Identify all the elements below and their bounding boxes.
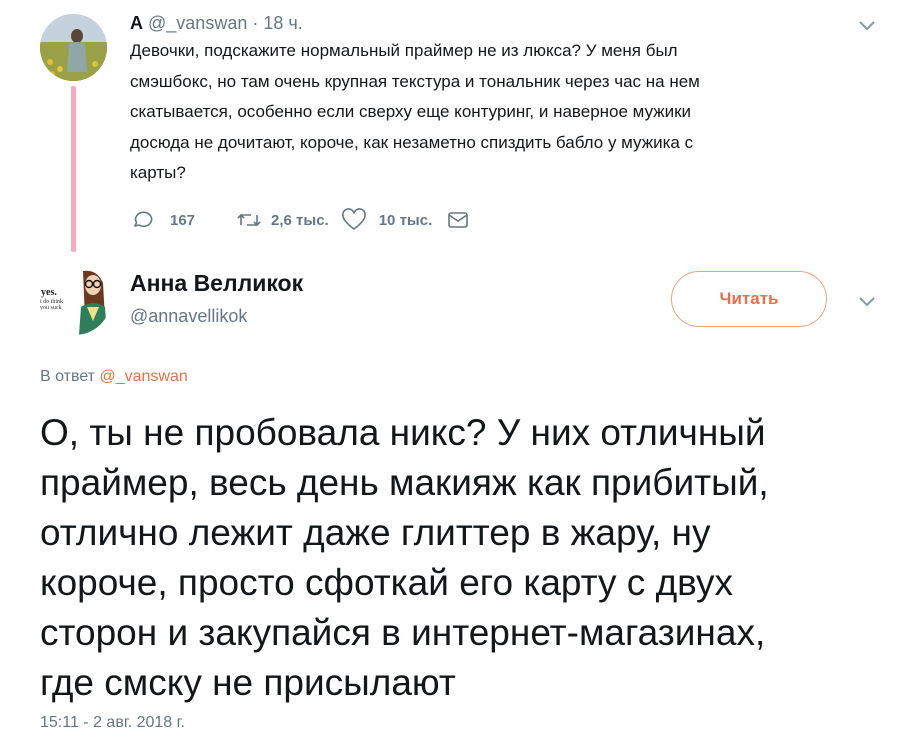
direct-message-icon[interactable] <box>446 208 470 232</box>
chevron-down-icon[interactable] <box>852 16 882 36</box>
reply-tweet-line: праймер, весь день макияж как прибитый, <box>40 462 769 503</box>
follow-button[interactable]: Читать <box>671 271 827 327</box>
retweet-icon[interactable] <box>235 208 263 232</box>
parent-tweet-line: карты? <box>130 163 186 182</box>
direct-message-action[interactable] <box>446 208 470 232</box>
thread-line <box>71 86 76 252</box>
tweet-timestamp[interactable]: 15:11 - 2 авг. 2018 г. <box>40 714 185 732</box>
retweet-count: 2,6 тыс. <box>271 211 329 229</box>
like-action[interactable]: 10 тыс. <box>341 208 433 232</box>
reply-tweet-line: короче, просто сфоткай его карту с двух <box>40 562 734 603</box>
separator-dot: · <box>252 13 259 33</box>
retweet-action[interactable]: 2,6 тыс. <box>235 208 329 232</box>
reply-author-handle[interactable]: @annavellikok <box>130 306 247 327</box>
parent-tweet-time[interactable]: 18 ч. <box>263 13 302 33</box>
avatar-text-1: yes. <box>41 287 57 298</box>
like-count: 10 тыс. <box>378 211 433 229</box>
reply-tweet-line: отлично лежит даже глиттер в жару, ну <box>40 512 711 553</box>
reply-avatar[interactable]: yes. i do think you suck <box>39 263 111 335</box>
reply-to-prefix: В ответ <box>40 368 96 385</box>
reply-tweet-text: О, ты не пробовала никс? У них отличный … <box>40 408 900 708</box>
tweet-actions-bar: 167 2,6 тыс. 10 тыс. <box>130 206 470 234</box>
reply-context: В ответ @_vanswan <box>40 368 188 386</box>
reply-to-mention[interactable]: @_vanswan <box>99 368 187 385</box>
avatar-text-3: you suck <box>40 305 62 311</box>
parent-tweet-line: досюда не дочитают, короче, как незаметн… <box>130 132 694 152</box>
parent-tweet-line: Девочки, подскажите нормальный праймер н… <box>130 41 678 60</box>
reply-tweet-line: сторон и закупайся в интернет-магазинах, <box>40 612 766 653</box>
parent-tweet-text: Девочки, подскажите нормальный праймер н… <box>130 36 850 189</box>
reply-author-name[interactable]: Анна Велликок <box>130 270 303 297</box>
chevron-down-icon[interactable] <box>852 292 882 312</box>
reply-tweet-line: О, ты не пробовала никс? У них отличный <box>40 412 766 453</box>
reply-count: 167 <box>170 211 196 229</box>
parent-tweet-line: скатывается, особенно если сверху еще ко… <box>130 102 692 121</box>
reply-icon[interactable] <box>130 208 154 232</box>
parent-author-name[interactable]: A <box>130 13 143 33</box>
like-icon[interactable] <box>341 208 367 232</box>
parent-tweet-line: смэшбокс, но там очень крупная текстура … <box>130 71 700 91</box>
reply-tweet-line: где смску не присылают <box>40 662 456 703</box>
parent-tweet-header: A @_vanswan · 18 ч. <box>130 12 303 34</box>
reply-action[interactable]: 167 <box>130 208 195 232</box>
parent-author-handle[interactable]: @_vanswan <box>148 13 247 33</box>
parent-avatar[interactable] <box>40 14 107 81</box>
